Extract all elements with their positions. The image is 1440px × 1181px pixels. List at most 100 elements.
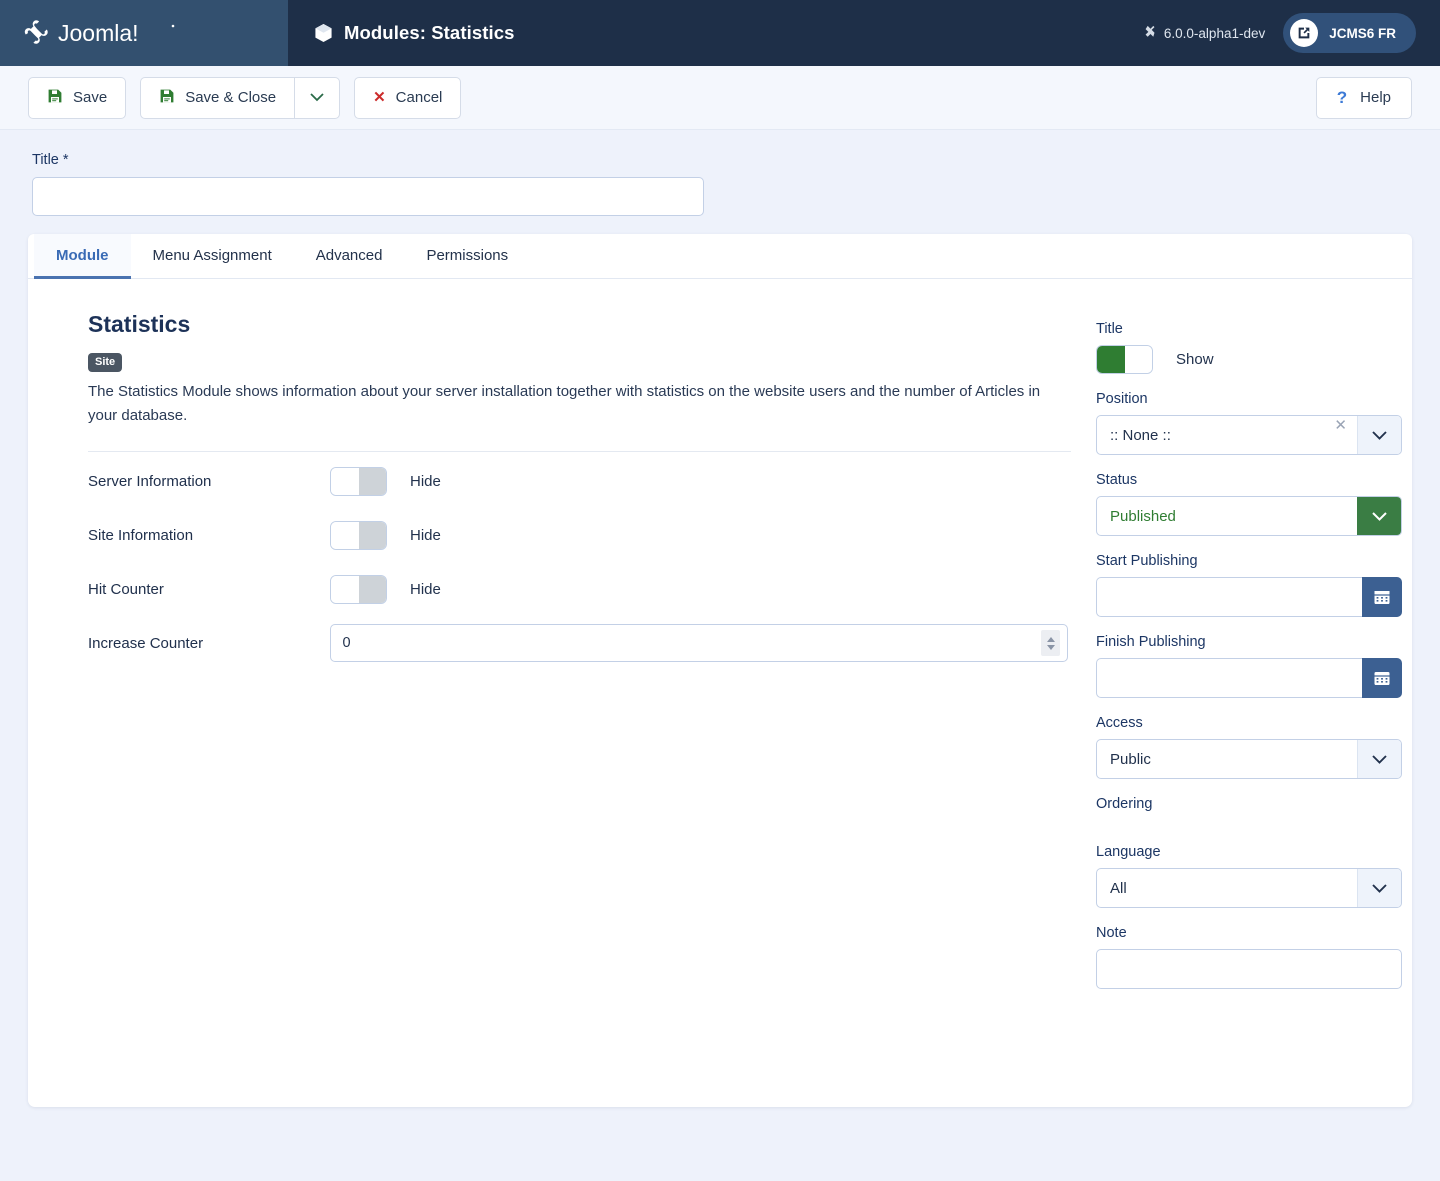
note-label: Note	[1096, 925, 1127, 941]
language-select[interactable]: All	[1096, 868, 1402, 908]
access-value: Public	[1110, 750, 1151, 768]
hit-counter-label: Hit Counter	[88, 580, 164, 598]
status-select[interactable]: Published	[1096, 496, 1402, 536]
start-publishing-calendar-icon[interactable]	[1361, 577, 1402, 617]
site-information-toggle[interactable]	[330, 520, 387, 550]
external-link-icon	[1290, 19, 1319, 47]
hit-counter-toggle-wrap: Hide	[330, 574, 441, 604]
increase-counter-input[interactable]	[329, 624, 1068, 663]
field-language: Language All	[1096, 844, 1402, 908]
tab-module[interactable]: Module	[34, 234, 131, 279]
floppy-disk-icon	[47, 88, 63, 108]
server-information-label: Server Information	[88, 472, 212, 490]
finish-publishing-label: Finish Publishing	[1096, 634, 1206, 650]
site-information-state: Hide	[410, 526, 441, 544]
field-start-publishing: Start Publishing	[1096, 553, 1402, 617]
position-chevron-down-icon[interactable]	[1357, 416, 1401, 454]
quantity-stepper[interactable]	[1041, 630, 1060, 657]
save-button-label: Save	[73, 89, 108, 106]
question-mark-icon: ?	[1336, 87, 1348, 107]
version-info: 6.0.0-alpha1-dev	[1144, 25, 1265, 41]
language-value: All	[1110, 879, 1127, 897]
page-title-text: Modules: Statistics	[344, 22, 515, 43]
module-heading: Statistics	[88, 311, 191, 337]
cube-icon	[314, 23, 333, 43]
editor-card: Module Menu Assignment Advanced Permissi…	[28, 234, 1412, 1107]
title-label: Title *	[32, 152, 69, 168]
title-show-toggle[interactable]	[1096, 345, 1153, 374]
card-body: Statistics Site The Statistics Module sh…	[28, 279, 1412, 1006]
brand-logo[interactable]: Joomla!	[0, 0, 288, 66]
joomla-mark-icon	[1144, 25, 1157, 41]
title-toggle-state: Show	[1176, 351, 1214, 368]
save-close-dropdown-toggle[interactable]	[294, 76, 341, 119]
field-increase-counter: Increase Counter	[88, 618, 1068, 668]
help-button[interactable]: ? Help	[1315, 76, 1412, 119]
module-sidebar-panel: Title Show Position :: None :: ✕ Status	[1096, 307, 1402, 1006]
start-publishing-label: Start Publishing	[1096, 553, 1198, 569]
site-information-label: Site Information	[88, 526, 194, 544]
field-hit-counter: Hit Counter Hide	[88, 564, 1068, 614]
version-text: 6.0.0-alpha1-dev	[1163, 25, 1266, 41]
start-publishing-input[interactable]	[1096, 577, 1362, 617]
field-access: Access Public	[1096, 715, 1402, 779]
server-information-toggle-wrap: Hide	[330, 466, 441, 496]
field-note: Note	[1096, 925, 1402, 989]
joomla-logo-icon: Joomla!	[24, 20, 175, 46]
access-chevron-down-icon[interactable]	[1357, 740, 1401, 778]
finish-publishing-wrap	[1096, 658, 1402, 698]
save-close-group: Save & Close	[140, 76, 341, 119]
ordering-label: Ordering	[1096, 796, 1153, 812]
status-chevron-down-icon[interactable]	[1357, 497, 1401, 535]
position-value: :: None ::	[1110, 426, 1171, 444]
finish-publishing-input[interactable]	[1096, 658, 1362, 698]
status-label: Status	[1096, 472, 1138, 488]
visit-site-button[interactable]: JCMS6 FR	[1283, 13, 1416, 53]
field-ordering: Ordering	[1096, 796, 1402, 812]
status-badge: Site	[88, 353, 123, 372]
title-field-area: Title *	[0, 130, 1440, 234]
x-icon: ✕	[373, 89, 386, 106]
tab-advanced[interactable]: Advanced	[294, 234, 405, 279]
field-site-information: Site Information Hide	[88, 510, 1068, 560]
access-label: Access	[1096, 715, 1143, 731]
page-title: Modules: Statistics	[288, 0, 1144, 66]
position-clear-icon[interactable]: ✕	[1330, 416, 1357, 454]
app-header: Joomla! Modules: Statistics 6.0.0-alpha1…	[0, 0, 1440, 66]
save-button[interactable]: Save	[28, 76, 127, 119]
tab-permissions[interactable]: Permissions	[404, 234, 530, 279]
field-finish-publishing: Finish Publishing	[1096, 634, 1402, 698]
header-actions: 6.0.0-alpha1-dev JCMS6 FR	[1144, 0, 1440, 66]
svg-text:Joomla!: Joomla!	[58, 20, 139, 46]
status-value: Published	[1110, 507, 1176, 525]
cancel-button-label: Cancel	[395, 89, 443, 106]
floppy-disk-icon	[159, 88, 175, 108]
field-title-toggle: Title Show	[1096, 321, 1402, 374]
access-select[interactable]: Public	[1096, 739, 1402, 779]
server-information-state: Hide	[410, 472, 441, 490]
field-position: Position :: None :: ✕	[1096, 391, 1402, 455]
module-description: The Statistics Module shows information …	[88, 383, 1041, 424]
field-server-information: Server Information Hide	[88, 456, 1068, 506]
toolbar: Save Save & Close ✕ Cancel ? Help	[0, 66, 1440, 130]
tab-menu-assignment[interactable]: Menu Assignment	[131, 234, 294, 279]
start-publishing-wrap	[1096, 577, 1402, 617]
position-select[interactable]: :: None :: ✕	[1096, 415, 1402, 455]
visit-site-label: JCMS6 FR	[1329, 25, 1396, 41]
tab-bar: Module Menu Assignment Advanced Permissi…	[28, 234, 1412, 279]
title-input[interactable]	[32, 177, 704, 216]
increase-counter-wrap	[329, 624, 1068, 663]
note-input[interactable]	[1096, 949, 1402, 989]
divider	[88, 451, 1071, 453]
server-information-toggle[interactable]	[330, 466, 387, 496]
site-information-toggle-wrap: Hide	[330, 520, 441, 550]
save-close-button-label: Save & Close	[185, 89, 277, 106]
finish-publishing-calendar-icon[interactable]	[1361, 658, 1402, 698]
title-toggle-wrap: Show	[1096, 345, 1402, 374]
save-close-button[interactable]: Save & Close	[140, 76, 295, 119]
hit-counter-toggle[interactable]	[330, 574, 387, 604]
language-chevron-down-icon[interactable]	[1357, 869, 1401, 907]
module-settings-panel: Statistics Site The Statistics Module sh…	[58, 307, 1071, 1006]
language-label: Language	[1096, 844, 1161, 860]
cancel-button[interactable]: ✕ Cancel	[354, 76, 462, 119]
